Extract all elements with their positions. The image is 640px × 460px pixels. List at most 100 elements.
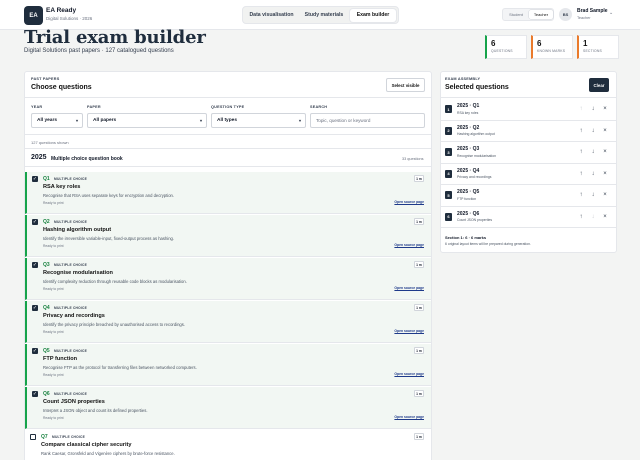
select-visible-button[interactable]: Select visible	[386, 78, 425, 92]
chevron-down-icon: ▾	[75, 118, 78, 123]
question-row[interactable]: Q7 MULTIPLE CHOICE Compare classical ciphe…	[25, 430, 431, 460]
section-note: 6 original layout items will be prepared…	[445, 242, 531, 246]
tab-exam-builder[interactable]: Exam builder	[350, 8, 396, 22]
stat-value: 1	[583, 39, 588, 48]
open-source-link[interactable]: Open source page	[394, 415, 424, 419]
question-type-filter-label: QUESTION TYPE	[211, 105, 245, 109]
question-checkbox[interactable]: ✓	[32, 391, 38, 397]
question-type: MULTIPLE CHOICE	[54, 263, 87, 267]
arrow-down-icon[interactable]: ↓	[589, 191, 597, 199]
divider	[441, 97, 616, 98]
choose-questions-title: Choose questions	[31, 84, 92, 91]
question-title: Hashing algorithm output	[43, 227, 112, 233]
question-id: Q6	[43, 391, 50, 397]
arrow-up-icon[interactable]: ↑	[577, 213, 585, 221]
item-number: 5	[445, 191, 452, 199]
question-title: Compare classical cipher security	[41, 442, 132, 448]
item-title: Hashing algorithm output	[457, 132, 495, 136]
stat-label: QUESTIONS	[491, 49, 513, 53]
question-id: Q5	[43, 348, 50, 354]
arrow-down-icon[interactable]: ↓	[589, 213, 597, 221]
item-title: FTP function	[457, 196, 477, 201]
search-input[interactable]: Topic, question or keyword	[310, 113, 425, 128]
question-row[interactable]: ✓ Q2 MULTIPLE CHOICE Hashing algorithm outp…	[25, 215, 431, 257]
question-checkbox[interactable]: ✓	[32, 176, 38, 182]
question-id: Q4	[43, 305, 50, 311]
question-title: RSA key roles	[43, 184, 81, 190]
question-type: MULTIPLE CHOICE	[52, 435, 85, 439]
question-row[interactable]: ✓ Q5 MULTIPLE CHOICE FTP function Recognise …	[25, 344, 431, 386]
clear-button[interactable]: Clear	[589, 78, 609, 92]
question-checkbox[interactable]	[30, 434, 36, 440]
arrow-up-icon[interactable]: ↑	[577, 105, 585, 113]
paper-select[interactable]: All papers ▾	[87, 113, 207, 128]
tab-study-materials[interactable]: Study materials	[300, 9, 348, 22]
chevron-down-icon: ▾	[199, 118, 202, 123]
question-checkbox[interactable]: ✓	[32, 262, 38, 268]
item-title: Count JSON properties	[457, 218, 493, 222]
role-student-button[interactable]: Student	[504, 10, 528, 19]
stat-sections: 1 SECTIONS	[577, 35, 619, 59]
arrow-down-icon[interactable]: ↓	[589, 127, 597, 135]
open-source-link[interactable]: Open source page	[394, 286, 424, 290]
item-id: 2025 · Q5	[457, 189, 480, 195]
remove-icon[interactable]: ×	[601, 105, 609, 113]
year-select[interactable]: All years ▾	[31, 113, 83, 128]
question-row[interactable]: ✓ Q1 MULTIPLE CHOICE RSA key roles Recognise…	[25, 172, 431, 214]
arrow-up-icon[interactable]: ↑	[577, 191, 585, 199]
open-source-link[interactable]: Open source page	[394, 243, 424, 247]
divider	[25, 97, 431, 98]
item-title: Recognise modularisation	[457, 153, 497, 158]
open-source-link[interactable]: Open source page	[394, 329, 424, 333]
question-checkbox[interactable]: ✓	[32, 348, 38, 354]
chevron-down-icon: ▾	[298, 118, 301, 123]
selected-questions-title: Selected questions	[445, 84, 509, 91]
remove-icon[interactable]: ×	[601, 127, 609, 135]
remove-icon[interactable]: ×	[601, 170, 609, 178]
open-source-link[interactable]: Open source page	[394, 200, 424, 204]
year-filter-label: YEAR	[31, 105, 43, 109]
avatar[interactable]: BS	[559, 8, 572, 21]
question-type: MULTIPLE CHOICE	[54, 392, 87, 396]
question-id: Q1	[43, 176, 50, 182]
tab-data-visualisation[interactable]: Data visualisation	[245, 9, 298, 22]
item-id: 2025 · Q3	[457, 146, 480, 152]
arrow-up-icon[interactable]: ↑	[577, 148, 585, 156]
arrow-down-icon[interactable]: ↓	[589, 148, 597, 156]
question-id: Q3	[43, 262, 50, 268]
open-source-link[interactable]: Open source page	[394, 372, 424, 376]
selected-item: 6 2025 · Q6 Count JSON properties ↑ ↓ ×	[440, 207, 616, 228]
arrow-up-icon[interactable]: ↑	[577, 127, 585, 135]
item-id: 2025 · Q6	[457, 210, 480, 217]
item-id: 2025 · Q2	[457, 124, 480, 131]
remove-icon[interactable]: ×	[601, 213, 609, 221]
chevron-down-icon[interactable]: ⌄	[609, 10, 613, 16]
question-type-select[interactable]: All types ▾	[211, 113, 306, 128]
arrow-down-icon[interactable]: ↓	[589, 105, 597, 113]
question-row[interactable]: ✓ Q4 MULTIPLE CHOICE Privacy and recordings…	[25, 301, 431, 343]
selected-item: 3 2025 · Q3 Recognise modularisation ↑ ↓ ×	[440, 142, 616, 164]
question-title: Privacy and recordings	[43, 313, 105, 319]
arrow-down-icon[interactable]: ↓	[589, 170, 597, 178]
question-row[interactable]: ✓ Q6 MULTIPLE CHOICE Count JSON properties I…	[25, 387, 431, 429]
question-checkbox[interactable]: ✓	[32, 219, 38, 225]
remove-icon[interactable]: ×	[601, 148, 609, 156]
app-logo: EA	[24, 6, 43, 25]
question-type: MULTIPLE CHOICE	[54, 177, 87, 181]
ready-status: Ready to print	[43, 287, 64, 291]
main-nav: Data visualisation Study materials Exam …	[242, 6, 399, 24]
user-role: Teacher	[577, 16, 591, 20]
page-subtitle: Digital Solutions past papers · 127 cata…	[24, 48, 174, 54]
arrow-up-icon[interactable]: ↑	[577, 170, 585, 178]
item-number: 4	[445, 169, 452, 178]
group-title: Multiple choice question book	[51, 156, 123, 162]
past-papers-eyebrow: PAST PAPERS	[31, 77, 60, 81]
remove-icon[interactable]: ×	[601, 191, 609, 199]
selected-item: 2 2025 · Q2 Hashing algorithm output ↑ ↓ ×	[440, 121, 616, 142]
question-row[interactable]: ✓ Q3 MULTIPLE CHOICE Recognise modularisati…	[25, 258, 431, 300]
question-description: Recognise that RSA uses separate keys fo…	[43, 193, 175, 198]
role-teacher-button[interactable]: Teacher	[529, 10, 553, 19]
stat-known-marks: 6 KNOWN MARKS	[531, 35, 573, 59]
question-checkbox[interactable]: ✓	[32, 305, 38, 311]
stat-questions: 6 QUESTIONS	[485, 35, 527, 59]
